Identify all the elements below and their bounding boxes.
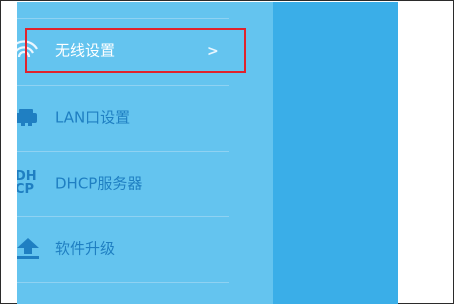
- upload-icon: [17, 238, 39, 259]
- lan-icon: [17, 109, 37, 126]
- menu-item-label: LAN口设置: [55, 108, 131, 127]
- divider: [17, 282, 229, 283]
- menu-item-lan-settings[interactable]: LAN口设置: [17, 85, 249, 149]
- dhcp-icon: DH CP: [17, 169, 37, 197]
- menu-item-label: 软件升级: [55, 239, 116, 258]
- menu-item-label: DHCP服务器: [55, 174, 143, 193]
- menu-item-software-upgrade[interactable]: 软件升级: [17, 216, 249, 280]
- chevron-right-icon: >: [207, 43, 219, 60]
- menu-item-label: 无线设置: [55, 41, 116, 60]
- content-panel: [273, 2, 398, 304]
- wifi-icon: [17, 40, 38, 58]
- menu-item-wireless-settings[interactable]: 无线设置 >: [17, 18, 249, 82]
- screenshot-frame: 无线设置 > LAN口设置 DH CP DHCP服务器 软件升级: [0, 0, 454, 304]
- settings-menu: 无线设置 > LAN口设置 DH CP DHCP服务器 软件升级: [17, 2, 273, 304]
- menu-item-dhcp-server[interactable]: DH CP DHCP服务器: [17, 151, 249, 215]
